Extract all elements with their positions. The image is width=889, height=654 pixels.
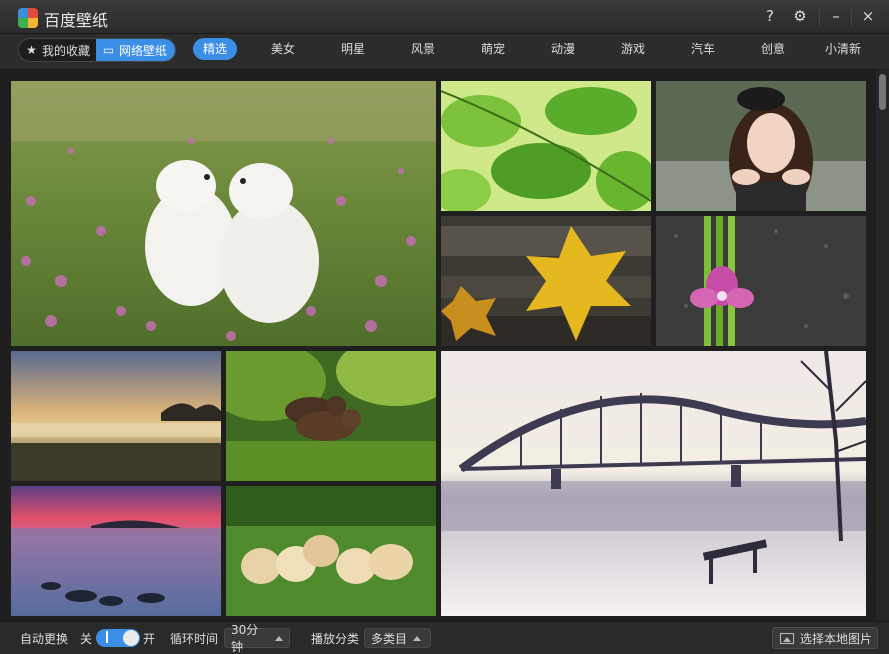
help-icon[interactable]: ? [757, 4, 783, 28]
picture-icon [780, 632, 794, 644]
tab-qiche[interactable]: 汽车 [688, 38, 718, 60]
close-icon[interactable]: × [855, 4, 881, 28]
cycle-time-value: 30分钟 [231, 623, 259, 654]
toggle-on-label: 开 [143, 632, 156, 646]
wallpaper-thumb[interactable] [226, 351, 436, 481]
caret-up-icon [275, 635, 283, 641]
tab-youxi[interactable]: 游戏 [618, 38, 648, 60]
wallpaper-thumb[interactable] [656, 81, 866, 211]
title-divider [851, 8, 852, 26]
scrollbar-thumb[interactable] [879, 74, 886, 110]
favorites-label: 我的收藏 [42, 43, 91, 58]
wallpaper-thumb[interactable] [441, 216, 651, 346]
tab-meinv[interactable]: 美女 [268, 38, 298, 60]
play-category-dropdown[interactable]: 多类目 [364, 628, 431, 648]
wallpaper-grid [0, 70, 889, 621]
choose-local-image-button[interactable]: 选择本地图片 [772, 627, 878, 649]
wallpaper-thumb[interactable] [441, 351, 866, 616]
wallpaper-thumb[interactable] [11, 486, 221, 616]
sunset-sea-image [11, 486, 221, 616]
tab-chuangyi[interactable]: 创意 [758, 38, 788, 60]
play-category-label: 播放分类 [311, 632, 360, 646]
tab-jingxuan[interactable]: 精选 [193, 38, 238, 60]
app-logo-icon [18, 8, 38, 28]
web-wallpaper-button[interactable]: ▭ 网络壁纸 [96, 39, 175, 61]
wallpaper-thumb[interactable] [656, 216, 866, 346]
vertical-scrollbar[interactable] [876, 70, 889, 621]
nav-bar: ★ 我的收藏 ▭ 网络壁纸 精选 美女 明星 风景 萌宠 动漫 游戏 汽车 创意… [0, 34, 889, 70]
title-divider [819, 8, 820, 26]
status-bar: 自动更换 关 开 循环时间 30分钟 播放分类 多类目 选择本地图片 [0, 621, 889, 654]
toggle-off-label: 关 [80, 632, 93, 646]
source-switch: ★ 我的收藏 ▭ 网络壁纸 [18, 38, 176, 62]
bear-cubs-image [226, 351, 436, 481]
wallpaper-thumb[interactable] [441, 81, 651, 211]
cycle-time-label: 循环时间 [170, 632, 219, 646]
foggy-sunrise-image [11, 351, 221, 481]
girl-portrait-image [656, 81, 866, 211]
tab-xiaoqingxin[interactable]: 小清新 [822, 38, 864, 60]
web-wallpaper-label: 网络壁纸 [119, 43, 168, 58]
auto-change-label: 自动更换 [20, 632, 69, 646]
minimize-icon[interactable]: – [823, 4, 849, 28]
cycle-time-dropdown[interactable]: 30分钟 [224, 623, 290, 654]
green-leaves-image [441, 81, 651, 211]
play-category-value: 多类目 [371, 631, 408, 646]
toggle-knob [123, 630, 139, 646]
tab-mingxing[interactable]: 明星 [338, 38, 368, 60]
orchid-bamboo-image [656, 216, 866, 346]
choose-local-image-label: 选择本地图片 [800, 631, 873, 646]
wallpaper-thumb[interactable] [11, 81, 436, 346]
gear-icon[interactable]: ⚙ [787, 4, 813, 28]
wallpaper-thumb[interactable] [226, 486, 436, 616]
golden-puppies-image [226, 486, 436, 616]
tab-fengjing[interactable]: 风景 [408, 38, 438, 60]
title-bar: 百度壁纸 ? ⚙ – × [0, 0, 889, 34]
tab-mengchong[interactable]: 萌宠 [478, 38, 508, 60]
autumn-leaf-image [441, 216, 651, 346]
white-puppies-image [11, 81, 436, 346]
star-icon: ★ [26, 43, 37, 57]
caret-up-icon [413, 635, 422, 641]
monitor-icon: ▭ [102, 43, 115, 57]
app-title: 百度壁纸 [44, 11, 109, 30]
bridge-winter-image [441, 351, 866, 616]
favorites-button[interactable]: ★ 我的收藏 [19, 39, 96, 61]
toggle-on-mark [106, 631, 108, 643]
tab-dongman[interactable]: 动漫 [548, 38, 578, 60]
wallpaper-thumb[interactable] [11, 351, 221, 481]
auto-change-toggle[interactable] [96, 629, 140, 647]
